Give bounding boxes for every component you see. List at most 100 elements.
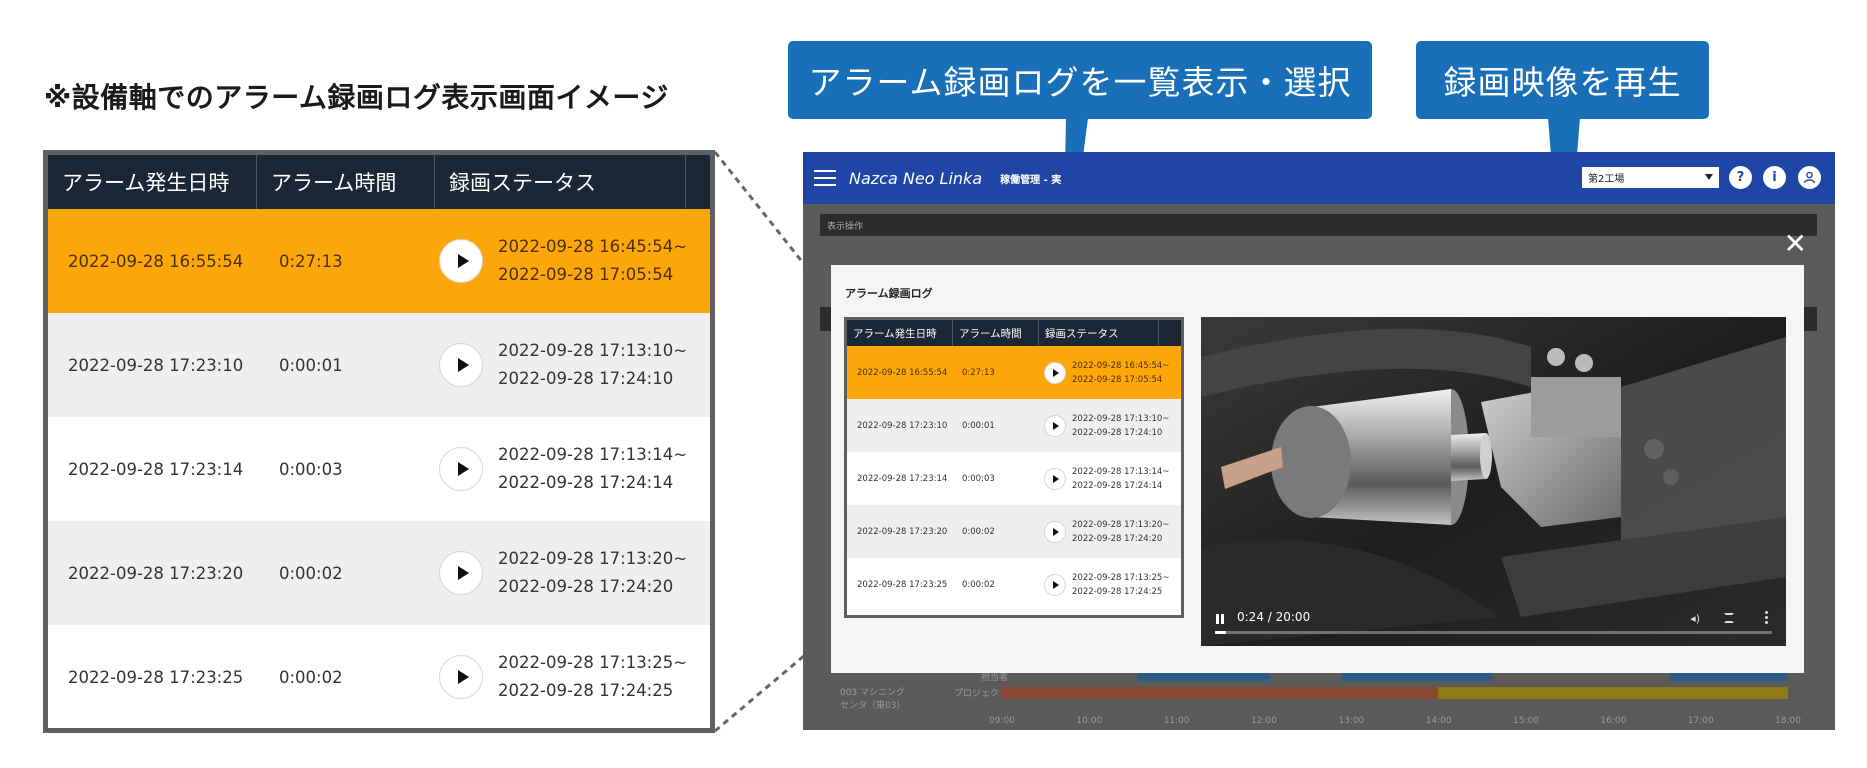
header-recording-status: 録画ステータス <box>435 155 686 209</box>
cell-alarm-duration: 0:27:13 <box>279 251 343 271</box>
recording-start: 2022-09-28 17:13:20~ <box>498 549 688 568</box>
table-header: アラーム発生日時 アラーム時間 録画ステータス <box>48 155 710 209</box>
recording-end: 2022-09-28 17:24:10 <box>498 369 674 388</box>
recording-range: 2022-09-28 17:13:25~ 2022-09-28 17:24:25 <box>498 649 687 705</box>
close-icon[interactable]: ✕ <box>1784 230 1807 258</box>
cell-alarm-duration: 0:00:02 <box>962 579 995 590</box>
video-progress-bar[interactable] <box>1215 631 1772 634</box>
play-button[interactable] <box>1044 520 1066 543</box>
play-icon <box>1053 474 1059 483</box>
more-options-icon[interactable] <box>1765 611 1768 625</box>
app-screenshot: Nazca Neo Linka 稼働管理 - 実 第2工場 ? i 表示操作 担… <box>803 152 1835 730</box>
alarm-log-modal: ✕ アラーム録画ログ アラーム発生日時 アラーム時間 録画ステータス 2022-… <box>831 230 1807 673</box>
play-icon <box>457 358 469 372</box>
table-row[interactable]: 2022-09-28 17:23:20 0:00:02 2022-09-28 17:… <box>48 521 710 625</box>
timeline-tick-label: 18:00 <box>1775 716 1801 726</box>
header-alarm-datetime: アラーム発生日時 <box>48 155 257 209</box>
recording-start: 2022-09-28 17:13:25~ <box>498 653 688 672</box>
recording-end: 2022-09-28 17:24:14 <box>498 473 674 492</box>
volume-icon[interactable]: ◂) <box>1690 612 1700 625</box>
table-row[interactable]: 2022-09-28 17:23:25 0:00:02 2022-09-28 17:… <box>847 558 1181 611</box>
user-button[interactable] <box>1798 166 1821 189</box>
timeline-tick-label: 16:00 <box>1600 716 1627 726</box>
recording-start: 2022-09-28 17:13:14~ <box>1072 466 1170 477</box>
play-button[interactable] <box>1044 467 1066 490</box>
fullscreen-icon[interactable] <box>1724 613 1734 623</box>
cell-alarm-datetime: 2022-09-28 17:23:25 <box>68 667 244 687</box>
machine-caption-line1: 003 マシニング <box>840 688 906 698</box>
pause-icon[interactable] <box>1215 614 1225 624</box>
cell-alarm-datetime: 2022-09-28 17:23:20 <box>857 526 948 537</box>
timeline-tick-label: 11:00 <box>1163 716 1190 726</box>
factory-select[interactable]: 第2工場 <box>1582 167 1719 188</box>
cell-alarm-datetime: 2022-09-28 16:55:54 <box>68 251 244 271</box>
timeline-bar-segment-b <box>1438 687 1788 699</box>
breadcrumb: 稼働管理 - 実 <box>1000 174 1062 186</box>
display-operation-panel: 表示操作 <box>820 214 1817 236</box>
recording-range: 2022-09-28 17:13:20~ 2022-09-28 17:24:20 <box>1072 518 1169 546</box>
recording-range: 2022-09-28 17:13:20~ 2022-09-28 17:24:20 <box>498 545 687 601</box>
cell-recording-status: 2022-09-28 17:13:10~ 2022-09-28 17:24:10 <box>1036 412 1169 440</box>
table-row[interactable]: 2022-09-28 17:23:10 0:00:01 2022-09-28 17:… <box>48 313 710 417</box>
play-button[interactable] <box>439 343 483 387</box>
timeline-tick-label: 15:00 <box>1513 716 1539 726</box>
alarm-log-table-enlarged: アラーム発生日時 アラーム時間 録画ステータス 2022-09-28 16:55… <box>43 150 715 733</box>
cell-recording-status: 2022-09-28 17:13:20~ 2022-09-28 17:24:20 <box>1036 518 1169 546</box>
caret-down-icon <box>1705 174 1713 180</box>
cell-alarm-duration: 0:00:02 <box>279 667 343 687</box>
play-button[interactable] <box>1044 361 1066 384</box>
play-button[interactable] <box>439 551 483 595</box>
recording-end: 2022-09-28 17:05:54 <box>498 265 674 284</box>
cell-alarm-duration: 0:00:01 <box>279 355 343 375</box>
play-icon <box>457 254 469 268</box>
cell-alarm-duration: 0:27:13 <box>962 367 995 378</box>
cell-alarm-duration: 0:00:03 <box>279 459 343 479</box>
play-icon <box>457 462 469 476</box>
play-button[interactable] <box>439 655 483 699</box>
video-player[interactable]: 0:24 / 20:00 ◂) <box>1201 317 1786 646</box>
timeline-axis: 09:00 10:00 11:00 12:00 13:00 14:00 15:00 16:00… <box>989 716 1801 728</box>
table-row[interactable]: 2022-09-28 16:55:54 0:27:13 2022-09-28 16:… <box>48 209 710 313</box>
cell-recording-status: 2022-09-28 17:13:14~ 2022-09-28 17:24:14 <box>425 441 687 497</box>
cell-alarm-datetime: 2022-09-28 17:23:14 <box>68 459 244 479</box>
play-icon <box>457 566 469 580</box>
machine-caption-line2: センタ（東03） <box>840 701 906 711</box>
table-row[interactable]: 2022-09-28 17:23:14 0:00:03 2022-09-28 17:… <box>48 417 710 521</box>
header-recording-status: 録画ステータス <box>1039 320 1159 346</box>
timeline-bar-segment-a <box>1002 687 1438 699</box>
info-button[interactable]: i <box>1763 166 1786 189</box>
table-row[interactable]: 2022-09-28 17:23:10 0:00:01 2022-09-28 17:… <box>847 399 1181 452</box>
play-button[interactable] <box>439 239 483 283</box>
recording-range: 2022-09-28 16:45:54~ 2022-09-28 17:05:54 <box>498 233 687 289</box>
table-row[interactable]: 2022-09-28 17:23:20 0:00:02 2022-09-28 17:… <box>847 505 1181 558</box>
play-icon <box>1053 368 1059 377</box>
table-row[interactable]: 2022-09-28 16:55:54 0:27:13 2022-09-28 16:… <box>847 346 1181 399</box>
cell-recording-status: 2022-09-28 17:13:10~ 2022-09-28 17:24:10 <box>425 337 687 393</box>
user-icon <box>1803 171 1816 184</box>
recording-start: 2022-09-28 17:13:20~ <box>1072 519 1170 530</box>
hamburger-menu-icon[interactable] <box>814 170 836 186</box>
timeline-bar <box>1002 687 1788 699</box>
cell-alarm-duration: 0:00:02 <box>279 563 343 583</box>
cell-alarm-datetime: 2022-09-28 17:23:14 <box>857 473 948 484</box>
cell-alarm-datetime: 2022-09-28 16:55:54 <box>857 367 948 378</box>
play-icon <box>457 670 469 684</box>
cell-alarm-duration: 0:00:02 <box>962 526 995 537</box>
cell-alarm-datetime: 2022-09-28 17:23:10 <box>857 420 948 431</box>
recording-start: 2022-09-28 17:13:10~ <box>498 341 688 360</box>
timeline-tick-label: 12:00 <box>1251 716 1277 726</box>
recording-range: 2022-09-28 17:13:14~ 2022-09-28 17:24:14 <box>1072 465 1169 493</box>
play-button[interactable] <box>1044 414 1066 437</box>
header-alarm-datetime: アラーム発生日時 <box>847 320 953 346</box>
play-button[interactable] <box>1044 573 1066 596</box>
cell-alarm-duration: 0:00:01 <box>962 420 995 431</box>
recording-range: 2022-09-28 17:13:25~ 2022-09-28 17:24:25 <box>1072 571 1169 599</box>
recording-end: 2022-09-28 17:24:10 <box>1072 427 1163 438</box>
play-icon <box>1053 527 1059 536</box>
video-progress-fill <box>1215 631 1227 634</box>
help-button[interactable]: ? <box>1729 166 1752 189</box>
video-time: 0:24 / 20:00 <box>1237 610 1311 624</box>
play-button[interactable] <box>439 447 483 491</box>
table-row[interactable]: 2022-09-28 17:23:25 0:00:02 2022-09-28 17:… <box>48 625 710 728</box>
table-row[interactable]: 2022-09-28 17:23:14 0:00:03 2022-09-28 17:… <box>847 452 1181 505</box>
